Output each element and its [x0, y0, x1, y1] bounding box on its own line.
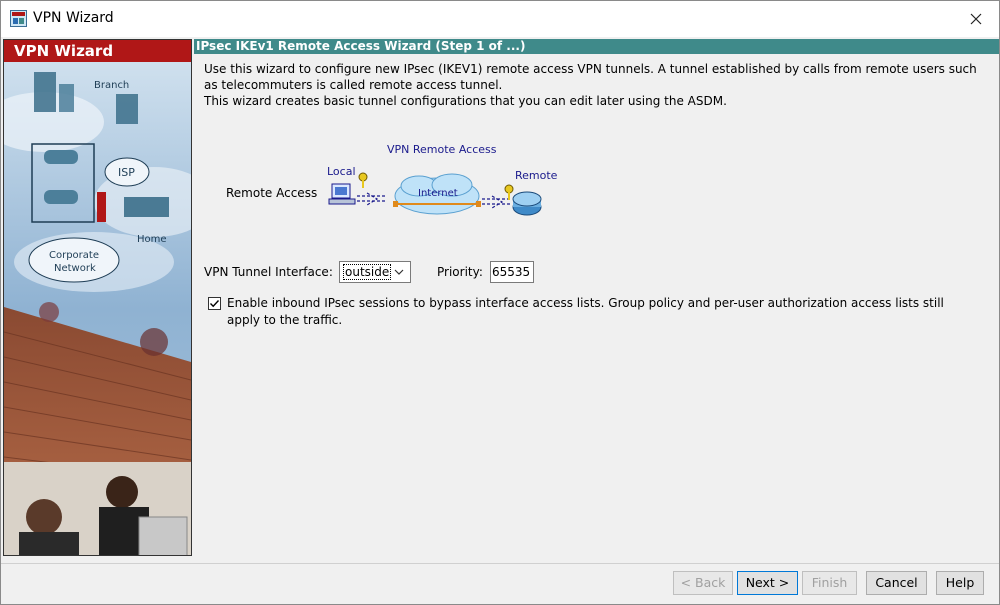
- side-panel-title: VPN Wizard: [4, 40, 191, 62]
- isp-label: ISP: [118, 166, 135, 179]
- local-label: Local: [327, 165, 356, 178]
- vpn-remote-access-diagram: VPN Remote Access Local Remote Internet: [327, 143, 558, 216]
- local-computer-icon: [328, 183, 356, 205]
- checkmark-icon: [210, 300, 220, 308]
- key-icon: [504, 184, 514, 200]
- key-icon: [358, 172, 368, 188]
- chevron-down-icon: [394, 269, 404, 275]
- description-line-1: Use this wizard to configure new IPsec (…: [204, 62, 977, 92]
- remote-access-label: Remote Access: [226, 186, 318, 200]
- next-button[interactable]: Next >: [737, 571, 798, 595]
- wizard-content: IPsec IKEv1 Remote Access Wizard (Step 1…: [194, 39, 999, 556]
- home-label: Home: [137, 234, 167, 245]
- network-label: Network: [54, 263, 96, 274]
- vpn-tunnel-interface-select[interactable]: outside: [339, 261, 411, 283]
- vpn-tunnel-interface-row: VPN Tunnel Interface: outside Priority: …: [204, 261, 534, 283]
- back-button[interactable]: < Back: [673, 571, 733, 595]
- wizard-description: Use this wizard to configure new IPsec (…: [204, 61, 984, 109]
- priority-input[interactable]: 65535: [490, 261, 534, 283]
- vpn-tunnel-interface-value: outside: [343, 264, 392, 280]
- help-button[interactable]: Help: [936, 571, 984, 595]
- internet-label: Internet: [418, 188, 458, 199]
- close-button[interactable]: [953, 1, 999, 37]
- window-title: VPN Wizard: [33, 10, 114, 26]
- cancel-button[interactable]: Cancel: [866, 571, 927, 595]
- close-icon: [970, 13, 982, 25]
- title-bar[interactable]: VPN Wizard: [1, 1, 999, 37]
- branch-label: Branch: [94, 80, 129, 91]
- priority-label: Priority:: [437, 265, 483, 279]
- diagram-title: VPN Remote Access: [387, 143, 497, 156]
- remote-label: Remote: [515, 169, 558, 182]
- vpn-wizard-window: VPN Wizard VPN Wizard Branch ISP Home Co…: [0, 0, 1000, 605]
- network-illustration: Branch ISP Home Corporate Network: [4, 62, 191, 555]
- bypass-acl-checkbox[interactable]: [208, 297, 221, 310]
- button-bar-separator: [1, 563, 999, 564]
- vpn-tunnel-interface-label: VPN Tunnel Interface:: [204, 265, 333, 279]
- finish-button[interactable]: Finish: [802, 571, 857, 595]
- step-header: IPsec IKEv1 Remote Access Wizard (Step 1…: [194, 39, 999, 54]
- bypass-acl-label: Enable inbound IPsec sessions to bypass …: [227, 296, 944, 327]
- vpn-wizard-app-icon: [10, 10, 27, 27]
- remote-router-icon: [512, 191, 542, 216]
- description-line-2: This wizard creates basic tunnel configu…: [204, 94, 727, 108]
- corporate-label: Corporate: [49, 250, 99, 261]
- wizard-side-panel: VPN Wizard Branch ISP Home Corporate Net…: [3, 39, 192, 556]
